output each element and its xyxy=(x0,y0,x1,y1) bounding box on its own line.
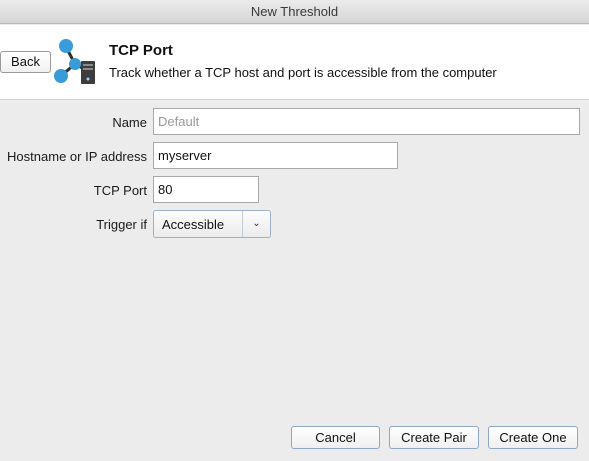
tcp-port-label: TCP Port xyxy=(93,183,147,198)
create-one-button[interactable]: Create One xyxy=(488,426,578,449)
header-panel: Back TCP Port Track whether a TCP host a… xyxy=(0,25,589,100)
back-button[interactable]: Back xyxy=(0,51,51,73)
chevron-down-icon: ⌄ xyxy=(242,211,270,237)
page-title: TCP Port xyxy=(109,42,173,59)
window-titlebar: New Threshold xyxy=(0,0,589,24)
create-pair-button[interactable]: Create Pair xyxy=(389,426,479,449)
network-server-icon xyxy=(54,39,95,84)
cancel-button[interactable]: Cancel xyxy=(291,426,380,449)
name-input[interactable] xyxy=(153,108,580,135)
tcp-port-input[interactable] xyxy=(153,176,259,203)
name-label: Name xyxy=(112,115,147,130)
window-title: New Threshold xyxy=(250,4,339,19)
hostname-label: Hostname or IP address xyxy=(7,149,147,164)
hostname-input[interactable] xyxy=(153,142,398,169)
trigger-select[interactable]: Accessible ⌄ xyxy=(153,210,271,238)
trigger-select-value: Accessible xyxy=(162,217,225,232)
page-description: Track whether a TCP host and port is acc… xyxy=(109,65,497,80)
trigger-label: Trigger if xyxy=(96,217,147,232)
